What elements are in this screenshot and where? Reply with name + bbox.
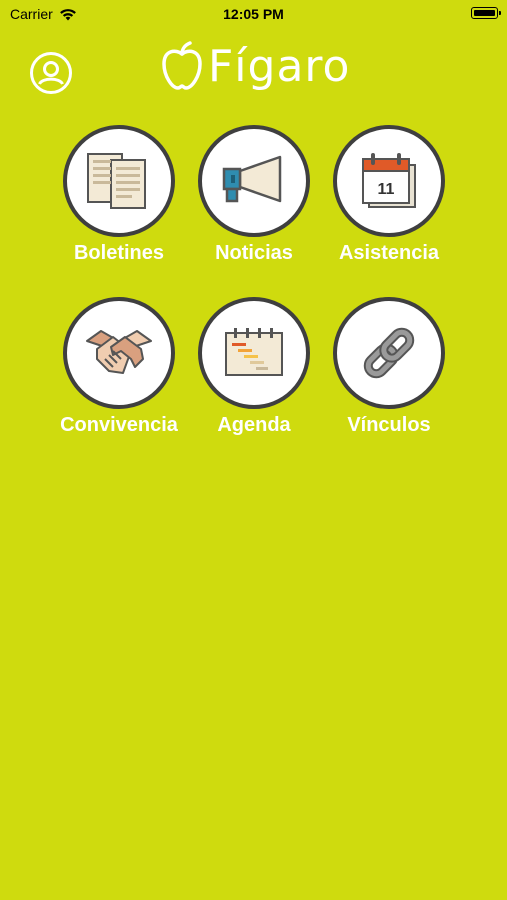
megaphone-icon xyxy=(222,155,282,203)
menu-item-vinculos[interactable]: Vínculos xyxy=(321,297,457,437)
chain-link-icon xyxy=(363,327,415,379)
app-header: Fígaro xyxy=(0,36,507,106)
status-time: 12:05 PM xyxy=(223,6,284,22)
profile-button[interactable] xyxy=(30,52,72,94)
user-circle-icon xyxy=(38,61,64,85)
menu-item-circle xyxy=(198,297,310,409)
battery-icon xyxy=(471,7,501,19)
menu-item-boletines[interactable]: Boletines xyxy=(51,125,187,265)
menu-item-circle xyxy=(63,297,175,409)
gantt-calendar-icon xyxy=(225,328,283,376)
document-icon xyxy=(87,153,146,209)
logo-text: Fígaro xyxy=(208,40,351,92)
menu-item-label: Vínculos xyxy=(347,414,431,436)
menu-item-agenda[interactable]: Agenda xyxy=(186,297,322,437)
menu-item-circle xyxy=(198,125,310,237)
handshake-icon xyxy=(86,330,152,374)
menu-item-label: Convivencia xyxy=(60,414,178,436)
menu-item-label: Noticias xyxy=(215,242,293,264)
calendar-day-text: 11 xyxy=(378,181,395,198)
apple-icon xyxy=(162,41,202,90)
menu-item-circle xyxy=(333,297,445,409)
menu-item-label: Asistencia xyxy=(338,242,440,264)
menu-item-circle: 11 xyxy=(333,125,445,237)
menu-item-label: Agenda xyxy=(217,414,291,436)
calendar-icon: 11 xyxy=(362,153,416,208)
app-logo: Fígaro xyxy=(160,40,350,92)
menu-item-label: Boletines xyxy=(73,242,165,264)
menu-item-noticias[interactable]: Noticias xyxy=(186,125,322,265)
menu-item-convivencia[interactable]: Convivencia xyxy=(51,297,187,437)
status-bar: Carrier 12:05 PM xyxy=(0,0,507,28)
menu-item-circle xyxy=(63,125,175,237)
menu-item-asistencia[interactable]: 11 Asistencia xyxy=(321,125,457,265)
